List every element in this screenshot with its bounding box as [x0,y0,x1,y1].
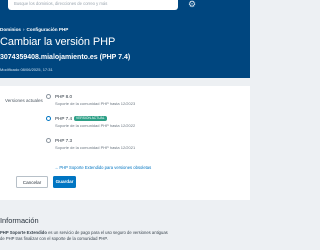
option-description: Soporte de la comunidad PHP hasta 12/202… [55,123,136,128]
option-description: Soporte de la comunidad PHP hasta 12/202… [55,101,136,106]
breadcrumb: Dominios › Configuración PHP [0,27,68,32]
save-button[interactable]: Guardar [53,176,76,188]
option-label: PHP 7.4 VERSIÓN ACTUAL [55,115,107,121]
search-input[interactable]: Busque los dominios, direcciones de corr… [8,0,178,10]
radio-button[interactable] [46,138,51,143]
current-versions-label: Versiones actuales [5,98,43,103]
modified-timestamp: Modificado 08/06/2025, 17:31 [0,67,53,72]
option-label: PHP 7.3 [55,137,73,143]
php-version-form: Versiones actuales PHP 8.0 Soporte de la… [0,86,250,200]
radio-button-selected[interactable] [46,116,51,121]
page-header: Busque los dominios, direcciones de corr… [0,0,250,78]
breadcrumb-item-php-config: Configuración PHP [26,27,69,32]
radio-button[interactable] [46,94,51,99]
chevron-right-icon: › [22,27,25,32]
cancel-button[interactable]: Cancelar [16,176,48,188]
option-label-text: PHP 7.4 [55,115,73,121]
extended-support-link-text[interactable]: PHP Soporte Extendido para versiones obs… [59,165,151,170]
domain-name: 3074359408.mialojamiento.es (PHP 7.4) [0,54,131,61]
option-label: PHP 8.0 [55,93,73,99]
settings-icon[interactable]: ⚙ [188,0,198,9]
info-bold-term: PHP Soporte Extendido [0,230,47,235]
current-version-badge: VERSIÓN ACTUAL [74,115,107,121]
extended-support-link[interactable]: → PHP Soporte Extendido para versiones o… [54,165,151,170]
option-description: Soporte de la comunidad PHP hasta 12/202… [55,145,136,150]
breadcrumb-item-domains[interactable]: Dominios [0,27,21,32]
info-heading: Información [0,216,39,225]
page-title: Cambiar la versión PHP [0,36,116,48]
info-text: PHP Soporte Extendido es un servicio de … [0,230,170,242]
